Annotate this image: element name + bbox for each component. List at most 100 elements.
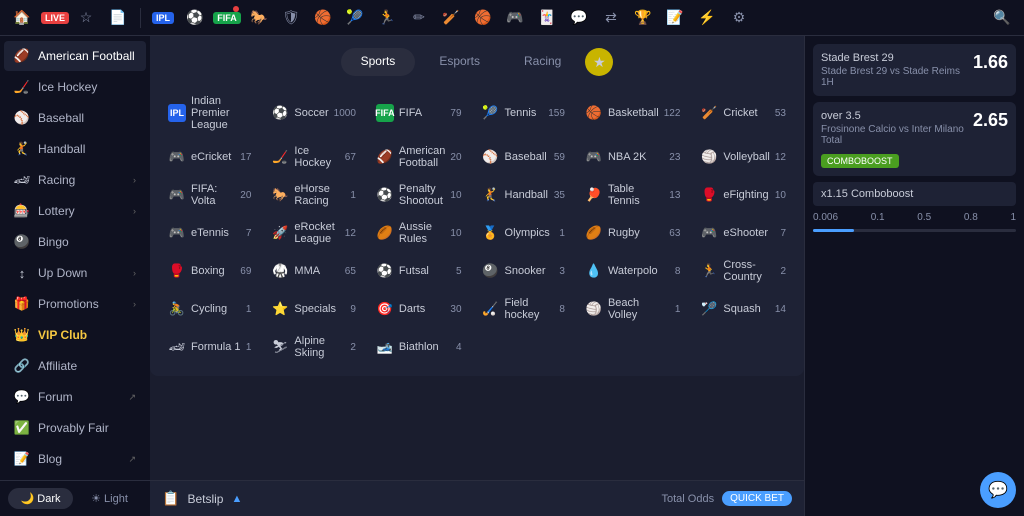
sport-ice-hockey[interactable]: 🏒 Ice Hockey 67	[265, 140, 362, 174]
sport-field-hockey[interactable]: 🏑 Field hockey 8	[476, 292, 571, 326]
cricket-icon[interactable]: 🏏	[437, 4, 465, 32]
light-theme-button[interactable]: ☀ Light	[77, 488, 142, 509]
horse-icon[interactable]: 🐎	[245, 4, 273, 32]
sport-cricket[interactable]: 🏏 Cricket 53	[694, 90, 792, 136]
sidebar-label-up-down: Up Down	[38, 266, 125, 280]
sidebar-item-racing[interactable]: 🏎 Racing ›	[4, 165, 146, 195]
search-icon[interactable]: 🔍	[988, 4, 1016, 32]
ipl-icon[interactable]: IPL	[149, 4, 177, 32]
sport-basketball[interactable]: 🏀 Basketball 122	[579, 90, 686, 136]
sport-ehorse-racing[interactable]: 🐎 eHorse Racing 1	[265, 178, 362, 212]
soccer-icon[interactable]: ⚽	[181, 4, 209, 32]
sidebar-item-affiliate[interactable]: 🔗 Affiliate	[4, 351, 146, 381]
sport-aussie-rules[interactable]: 🏉 Aussie Rules 10	[370, 216, 468, 250]
sport-biathlon[interactable]: 🎿 Biathlon 4	[370, 330, 468, 364]
specials-sport-icon: ⭐	[271, 300, 289, 318]
bolt-icon[interactable]: ⚡	[693, 4, 721, 32]
rugby-sport-icon: 🏉	[585, 224, 603, 242]
sport-darts[interactable]: 🎯 Darts 30	[370, 292, 468, 326]
sport-squash[interactable]: 🏸 Squash 14	[694, 292, 792, 326]
sidebar-item-up-down[interactable]: ↕ Up Down ›	[4, 258, 146, 288]
sport-cycling[interactable]: 🚴 Cycling 1	[162, 292, 257, 326]
sport-tennis[interactable]: 🎾 Tennis 159	[476, 90, 571, 136]
favorites-icon[interactable]: ☆	[72, 4, 100, 32]
sport-snooker[interactable]: 🎱 Snooker 3	[476, 254, 571, 288]
sport-specials[interactable]: ⭐ Specials 9	[265, 292, 362, 326]
esport-icon[interactable]: 🎮	[501, 4, 529, 32]
sport-olympics[interactable]: 🏅 Olympics 1	[476, 216, 571, 250]
nba-icon[interactable]: 🏀	[469, 4, 497, 32]
live-button[interactable]: LIVE	[40, 4, 68, 32]
home-icon[interactable]: 🏠	[8, 4, 36, 32]
sport-volleyball[interactable]: 🏐 Volleyball 12	[694, 140, 792, 174]
sport-boxing[interactable]: 🥊 Boxing 69	[162, 254, 257, 288]
exchange-icon[interactable]: ⇄	[597, 4, 625, 32]
slider-track[interactable]	[813, 229, 1016, 232]
sidebar-item-handball[interactable]: 🤾 Handball	[4, 134, 146, 164]
tennis-icon[interactable]: 🎾	[341, 4, 369, 32]
sidebar-item-vip[interactable]: 👑 VIP Club	[4, 320, 146, 350]
sidebar-item-forum[interactable]: 💬 Forum ↗	[4, 382, 146, 412]
x115-row[interactable]: x1.15 Comboboost	[813, 182, 1016, 206]
sport-erocket-league[interactable]: 🚀 eRocket League 12	[265, 216, 362, 250]
sport-rugby[interactable]: 🏉 Rugby 63	[579, 216, 686, 250]
sidebar-item-blog[interactable]: 📝 Blog ↗	[4, 444, 146, 474]
run-icon[interactable]: 🏃	[373, 4, 401, 32]
sport-nba2k[interactable]: 🎮 NBA 2K 23	[579, 140, 686, 174]
basketball-icon[interactable]: 🏀	[309, 4, 337, 32]
sport-waterpolo[interactable]: 💧 Waterpolo 8	[579, 254, 686, 288]
tab-bar: Sports Esports Racing ★	[162, 48, 792, 76]
sidebar-item-ice-hockey[interactable]: 🏒 Ice Hockey	[4, 72, 146, 102]
sidebar-label-affiliate: Affiliate	[38, 359, 136, 373]
settings-icon[interactable]: ⚙	[725, 4, 753, 32]
sport-american-football[interactable]: 🏈 American Football 20	[370, 140, 468, 174]
sport-penalty-shootout[interactable]: ⚽ Penalty Shootout 10	[370, 178, 468, 212]
pen-icon[interactable]: ✏	[405, 4, 433, 32]
tab-esports[interactable]: Esports	[419, 48, 500, 76]
shield-icon[interactable]: 🛡	[277, 4, 305, 32]
edit-icon[interactable]: 📝	[661, 4, 689, 32]
sport-beach-volley[interactable]: 🏐 Beach Volley 1	[579, 292, 686, 326]
sport-soccer[interactable]: ⚽ Soccer 1000	[265, 90, 362, 136]
sport-mma[interactable]: 🥋 MMA 65	[265, 254, 362, 288]
tab-sports[interactable]: Sports	[341, 48, 416, 76]
chevron-right-icon: ›	[133, 206, 136, 216]
chat-icon[interactable]: 💬	[565, 4, 593, 32]
sidebar-item-bingo[interactable]: 🎱 Bingo	[4, 227, 146, 257]
sidebar-label-vip: VIP Club	[38, 328, 136, 342]
sport-formula1[interactable]: 🏎 Formula 1 1	[162, 330, 257, 364]
sport-alpine-skiing[interactable]: ⛷ Alpine Skiing 2	[265, 330, 362, 364]
sport-futsal[interactable]: ⚽ Futsal 5	[370, 254, 468, 288]
sidebar-item-baseball[interactable]: ⚾ Baseball	[4, 103, 146, 133]
futsal-sport-icon: ⚽	[376, 262, 394, 280]
sport-fifa[interactable]: FIFA FIFA 79	[370, 90, 468, 136]
sport-efighting[interactable]: 🥊 eFighting 10	[694, 178, 792, 212]
dark-theme-button[interactable]: 🌙 Dark	[8, 488, 73, 509]
sport-table-tennis[interactable]: 🏓 Table Tennis 13	[579, 178, 686, 212]
bethistory-icon[interactable]: 📄	[104, 4, 132, 32]
live-support-button[interactable]: 💬	[980, 472, 1016, 508]
tab-racing[interactable]: Racing	[504, 48, 581, 76]
cycling-sport-icon: 🚴	[168, 300, 186, 318]
sport-cross-country[interactable]: 🏃 Cross-Country 2	[694, 254, 792, 288]
sidebar-item-american-football[interactable]: 🏈 American Football	[4, 41, 146, 71]
quick-bet-toggle[interactable]: QUICK BET	[722, 491, 792, 506]
betslip-bar[interactable]: 📋 Betslip ▲ Total Odds QUICK BET	[150, 480, 804, 516]
sidebar-item-promotions[interactable]: 🎁 Promotions ›	[4, 289, 146, 319]
sport-ipl[interactable]: IPL Indian Premier League	[162, 90, 257, 136]
sport-ecricket[interactable]: 🎮 eCricket 17	[162, 140, 257, 174]
sports-grid: IPL Indian Premier League ⚽ Soccer 1000 …	[162, 90, 792, 364]
sport-eshooter[interactable]: 🎮 eShooter 7	[694, 216, 792, 250]
cards-icon[interactable]: 🃏	[533, 4, 561, 32]
fifa-nav-icon[interactable]: FIFA	[213, 4, 241, 32]
favorites-tab-icon[interactable]: ★	[585, 48, 613, 76]
sport-baseball[interactable]: ⚾ Baseball 59	[476, 140, 571, 174]
trophy-icon[interactable]: 🏆	[629, 4, 657, 32]
sport-etennis[interactable]: 🎮 eTennis 7	[162, 216, 257, 250]
sidebar-item-provably-fair[interactable]: ✅ Provably Fair	[4, 413, 146, 443]
sport-fifa-volta[interactable]: 🎮 FIFA: Volta 20	[162, 178, 257, 212]
theme-bar: 🌙 Dark ☀ Light	[0, 480, 150, 516]
sidebar-item-lottery[interactable]: 🎰 Lottery ›	[4, 196, 146, 226]
moon-icon: 🌙	[21, 493, 35, 505]
sport-handball[interactable]: 🤾 Handball 35	[476, 178, 571, 212]
